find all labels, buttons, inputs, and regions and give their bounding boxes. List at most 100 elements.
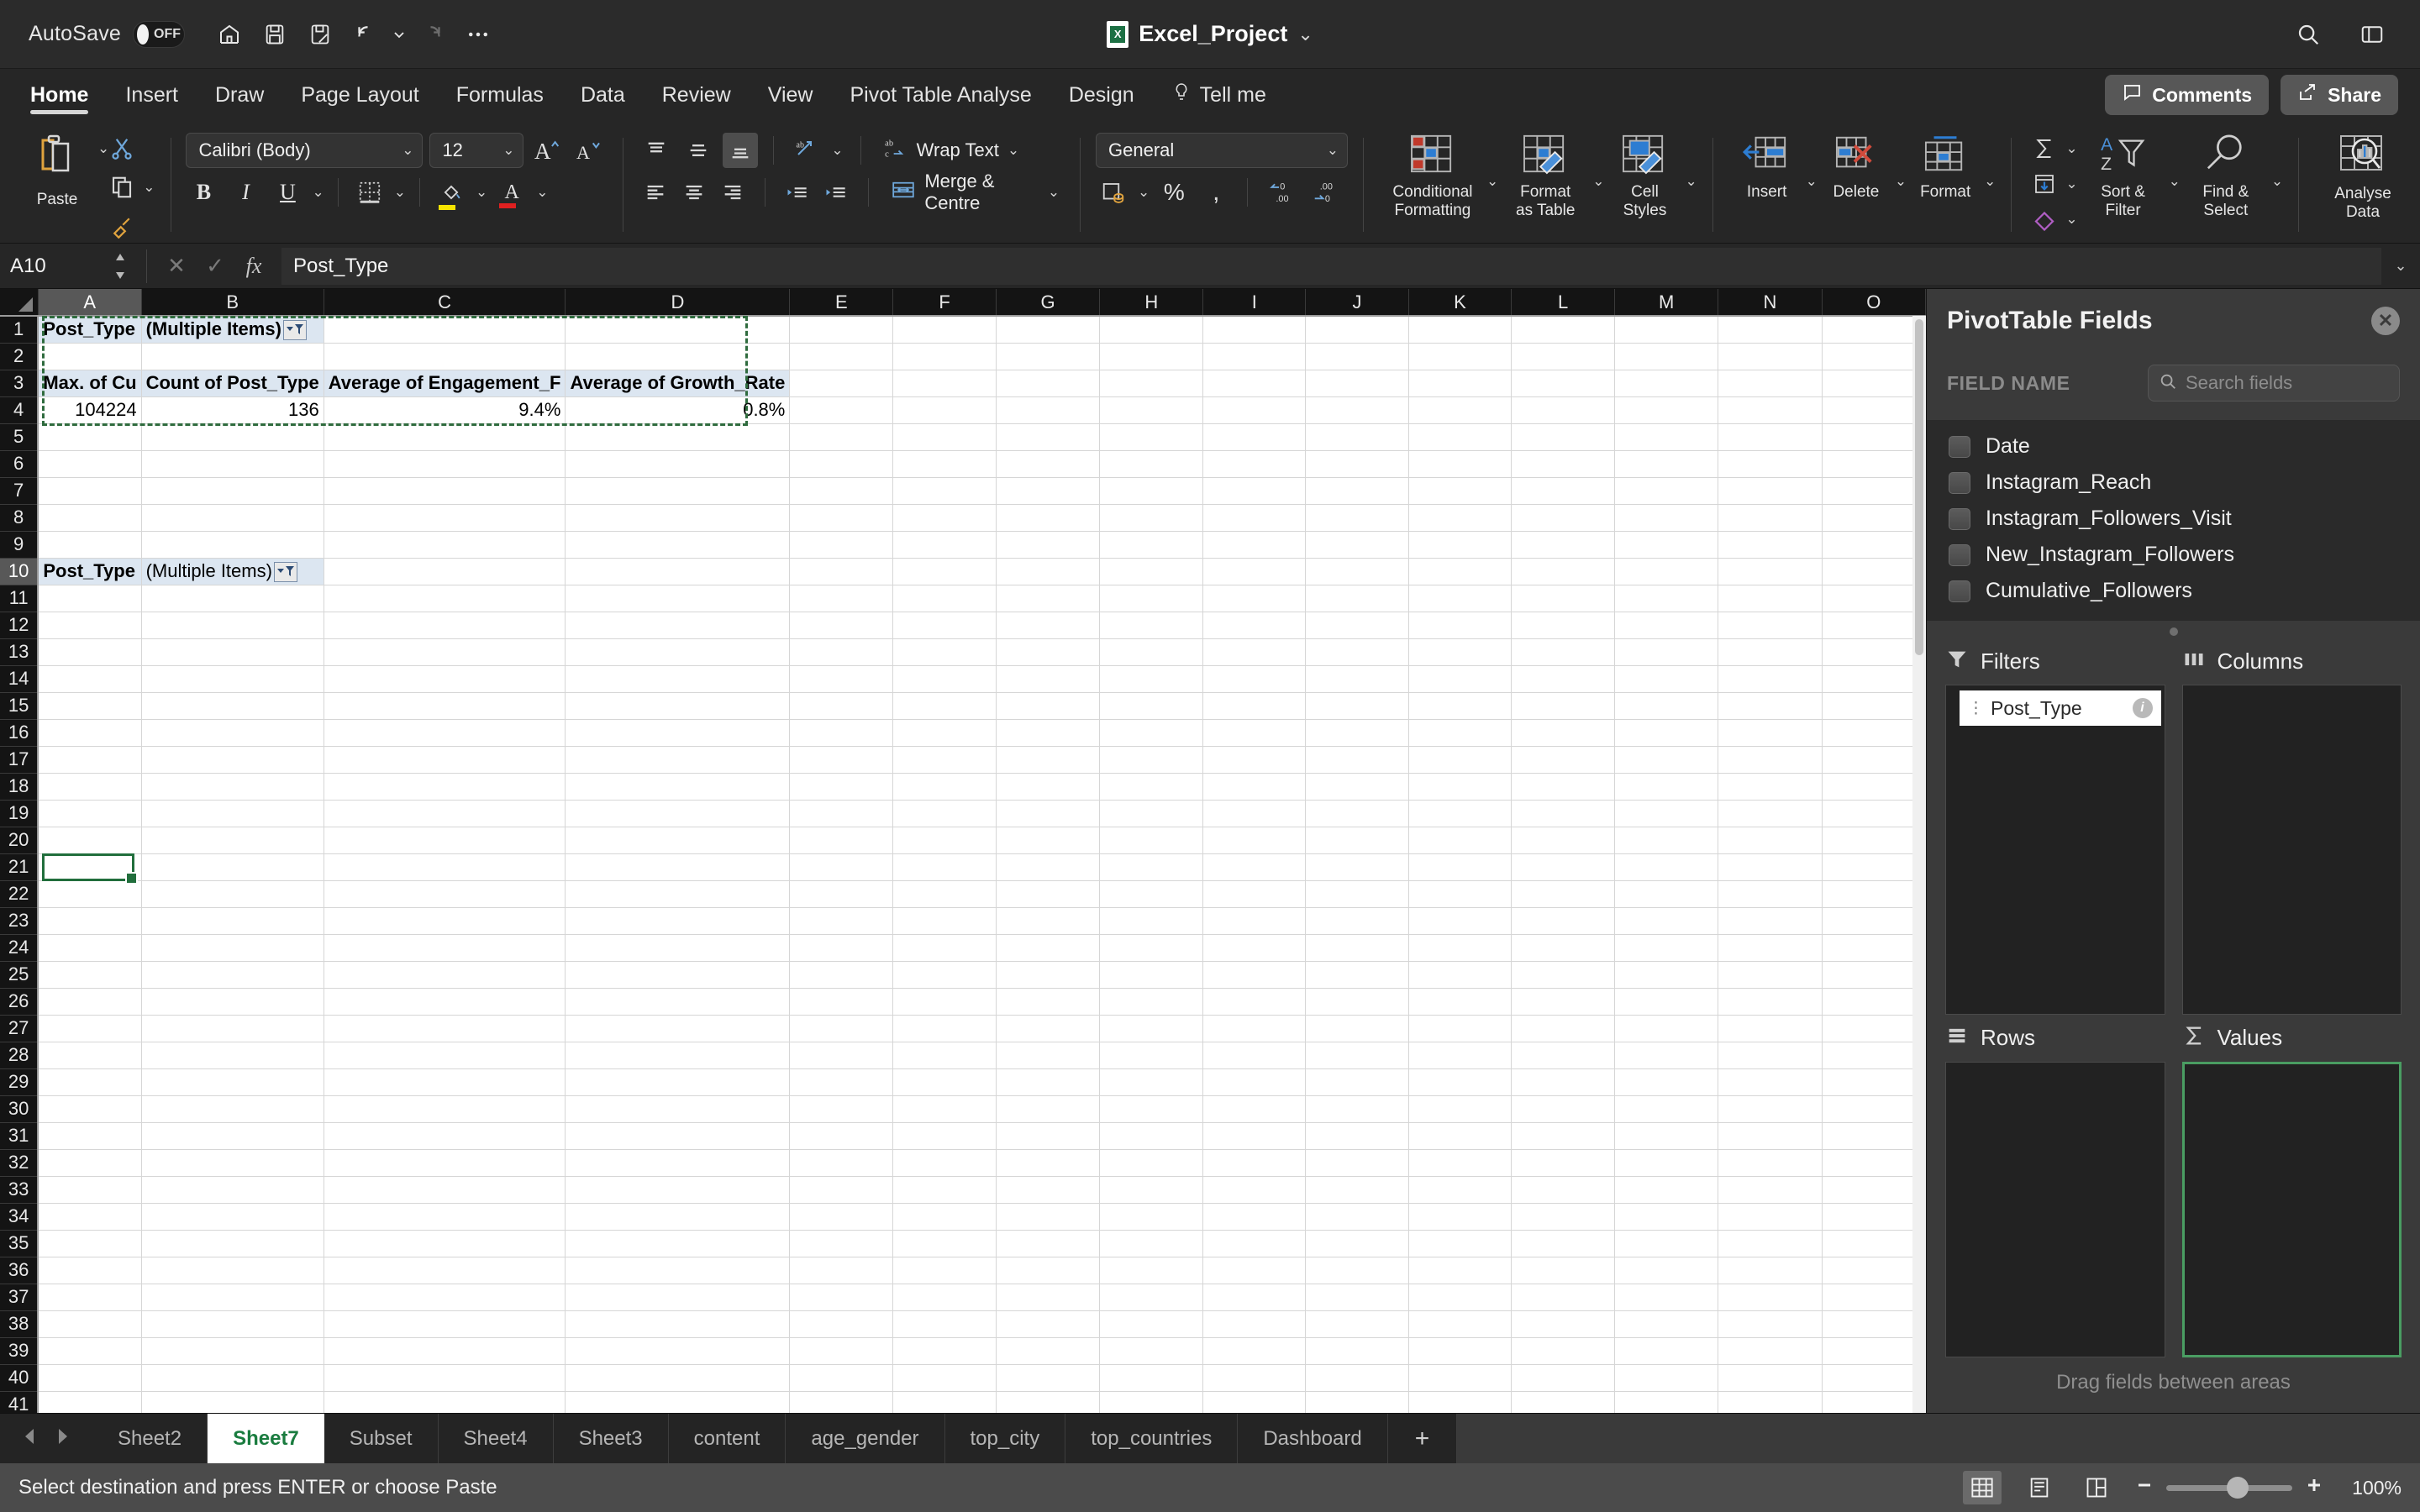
cell-i3[interactable] <box>1202 370 1307 397</box>
cell-b1[interactable]: (Multiple Items) <box>141 316 324 344</box>
cell-b11[interactable] <box>141 585 324 612</box>
cell-n33[interactable] <box>1718 1176 1823 1204</box>
name-box-spinner[interactable] <box>113 250 128 282</box>
cell-g37[interactable] <box>996 1284 1101 1311</box>
cell-n38[interactable] <box>1718 1310 1823 1338</box>
formula-input[interactable]: Post_Type <box>281 247 2381 285</box>
cell-h14[interactable] <box>1099 665 1204 693</box>
cell-f12[interactable] <box>892 612 997 639</box>
vertical-scrollbar-thumb[interactable] <box>1915 319 1923 655</box>
row-header-31[interactable]: 31 <box>0 1122 39 1150</box>
cell-k19[interactable] <box>1408 800 1512 827</box>
cell-l26[interactable] <box>1511 988 1615 1016</box>
cell-c18[interactable] <box>324 773 566 801</box>
cell-f23[interactable] <box>892 907 997 935</box>
close-icon[interactable]: ✕ <box>2371 307 2400 335</box>
fill-color-chevron-down-icon[interactable]: ⌄ <box>476 184 487 201</box>
cell-o24[interactable] <box>1822 934 1926 962</box>
cell-a19[interactable] <box>38 800 142 827</box>
cell-e7[interactable] <box>789 477 894 505</box>
cell-k22[interactable] <box>1408 880 1512 908</box>
cell-n26[interactable] <box>1718 988 1823 1016</box>
cell-l28[interactable] <box>1511 1042 1615 1069</box>
cell-h19[interactable] <box>1099 800 1204 827</box>
cell-c38[interactable] <box>324 1310 566 1338</box>
cell-a40[interactable] <box>38 1364 142 1392</box>
cell-d12[interactable] <box>565 612 791 639</box>
cell-i31[interactable] <box>1202 1122 1307 1150</box>
cell-g25[interactable] <box>996 961 1101 989</box>
cell-d36[interactable] <box>565 1257 791 1284</box>
cell-o11[interactable] <box>1822 585 1926 612</box>
cell-j26[interactable] <box>1305 988 1409 1016</box>
conditional-formatting-chevron-down-icon[interactable]: ⌄ <box>1486 173 1498 190</box>
cell-b21[interactable] <box>141 853 324 881</box>
cell-e32[interactable] <box>789 1149 894 1177</box>
cell-e33[interactable] <box>789 1176 894 1204</box>
cell-o33[interactable] <box>1822 1176 1926 1204</box>
autosave-toggle[interactable]: OFF <box>133 20 186 48</box>
cell-i30[interactable] <box>1202 1095 1307 1123</box>
cell-i10[interactable] <box>1202 558 1307 585</box>
comments-button[interactable]: Comments <box>2105 75 2270 115</box>
cell-c4[interactable]: 9.4% <box>324 396 566 424</box>
cell-j4[interactable] <box>1305 396 1409 424</box>
cell-m6[interactable] <box>1614 450 1719 478</box>
cell-l40[interactable] <box>1511 1364 1615 1392</box>
cell-n30[interactable] <box>1718 1095 1823 1123</box>
cell-l19[interactable] <box>1511 800 1615 827</box>
cell-d27[interactable] <box>565 1015 791 1042</box>
tab-page-layout[interactable]: Page Layout <box>282 69 437 121</box>
name-box[interactable]: A10 <box>10 250 136 282</box>
cell-h41[interactable] <box>1099 1391 1204 1413</box>
align-left-icon[interactable] <box>639 175 671 210</box>
cell-m35[interactable] <box>1614 1230 1719 1257</box>
cell-o36[interactable] <box>1822 1257 1926 1284</box>
zoom-in-button[interactable] <box>2304 1475 2324 1501</box>
cell-f8[interactable] <box>892 504 997 532</box>
cell-c20[interactable] <box>324 827 566 854</box>
cell-o4[interactable] <box>1822 396 1926 424</box>
sheet-tab-age_gender[interactable]: age_gender <box>786 1414 945 1463</box>
cell-d2[interactable] <box>565 343 791 370</box>
cell-f1[interactable] <box>892 316 997 344</box>
tab-pivot-table-analyse[interactable]: Pivot Table Analyse <box>831 69 1050 121</box>
zoom-thumb[interactable] <box>2227 1476 2249 1499</box>
cell-i26[interactable] <box>1202 988 1307 1016</box>
cell-o31[interactable] <box>1822 1122 1926 1150</box>
cell-k32[interactable] <box>1408 1149 1512 1177</box>
row-header-10[interactable]: 10 <box>0 558 39 585</box>
cell-b27[interactable] <box>141 1015 324 1042</box>
column-header-f[interactable]: F <box>892 289 997 317</box>
cell-d23[interactable] <box>565 907 791 935</box>
cell-n35[interactable] <box>1718 1230 1823 1257</box>
clear-chevron-down-icon[interactable]: ⌄ <box>2065 211 2077 228</box>
cell-d1[interactable] <box>565 316 791 344</box>
cell-n24[interactable] <box>1718 934 1823 962</box>
cell-g28[interactable] <box>996 1042 1101 1069</box>
row-header-3[interactable]: 3 <box>0 370 39 397</box>
cell-n37[interactable] <box>1718 1284 1823 1311</box>
row-header-19[interactable]: 19 <box>0 800 39 827</box>
row-header-21[interactable]: 21 <box>0 853 39 881</box>
cell-i29[interactable] <box>1202 1068 1307 1096</box>
cell-o35[interactable] <box>1822 1230 1926 1257</box>
filters-dropzone[interactable]: ⋮ Post_Type i <box>1945 685 2165 1015</box>
cell-j37[interactable] <box>1305 1284 1409 1311</box>
cell-k31[interactable] <box>1408 1122 1512 1150</box>
cell-f13[interactable] <box>892 638 997 666</box>
cell-a37[interactable] <box>38 1284 142 1311</box>
add-sheet-button[interactable]: + <box>1388 1414 1458 1463</box>
cell-k12[interactable] <box>1408 612 1512 639</box>
cell-i21[interactable] <box>1202 853 1307 881</box>
cell-n2[interactable] <box>1718 343 1823 370</box>
cell-m22[interactable] <box>1614 880 1719 908</box>
cell-d11[interactable] <box>565 585 791 612</box>
cell-c1[interactable] <box>324 316 566 344</box>
column-header-d[interactable]: D <box>565 289 791 317</box>
cell-e1[interactable] <box>789 316 894 344</box>
cell-o29[interactable] <box>1822 1068 1926 1096</box>
cell-n13[interactable] <box>1718 638 1823 666</box>
cell-i18[interactable] <box>1202 773 1307 801</box>
field-checkbox[interactable] <box>1949 471 1970 494</box>
